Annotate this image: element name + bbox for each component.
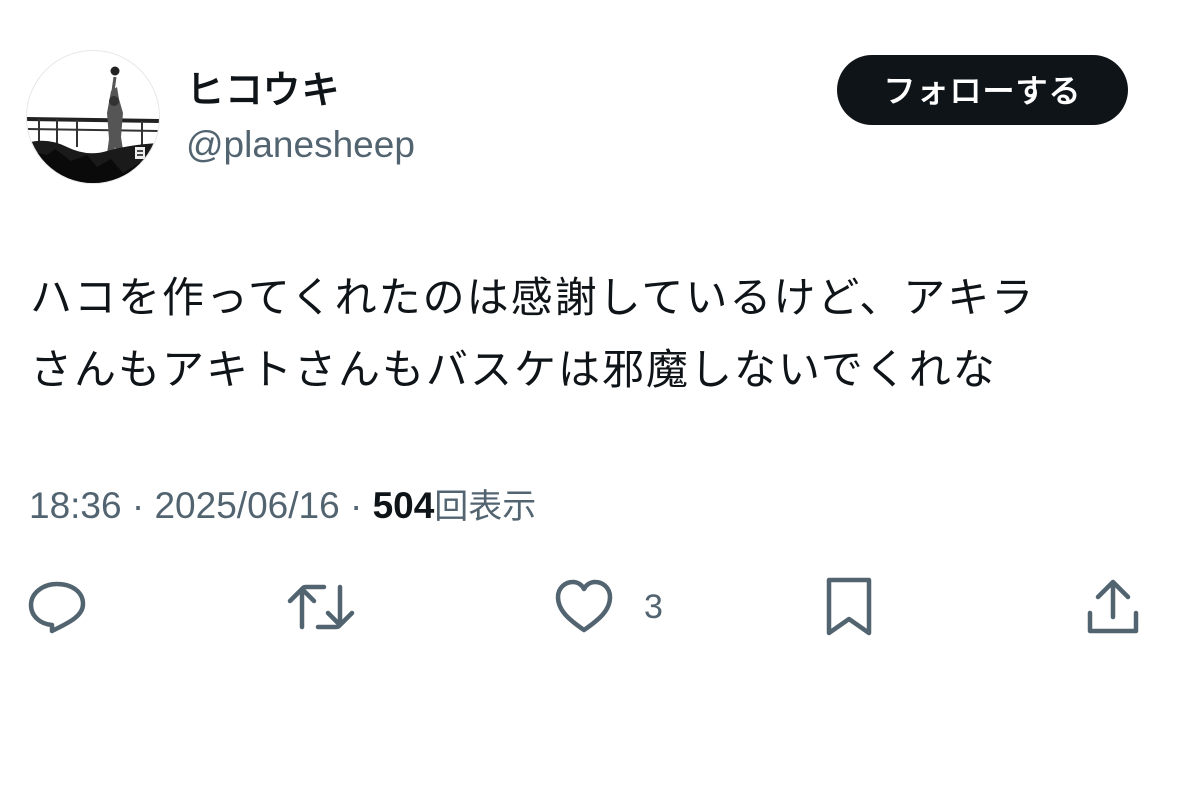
tweet-text-line: ハコを作ってくれたのは感謝しているけど、アキラ [30, 273, 1036, 322]
reply-button[interactable] [27, 576, 87, 638]
author-display-name[interactable]: ヒコウキ [186, 66, 340, 114]
share-button[interactable] [1085, 576, 1141, 638]
tweet-time[interactable]: 18:36 [29, 485, 122, 526]
tweet-meta: 18:36 · 2025/06/16 · 504回表示 [29, 482, 536, 531]
like-button[interactable]: 3 [554, 576, 663, 638]
views-label: 回表示 [434, 487, 537, 527]
avatar[interactable] [27, 51, 159, 183]
views-count: 504 [372, 485, 435, 526]
reply-icon [28, 581, 86, 634]
tweet-text: ハコを作ってくれたのは感謝しているけど、アキラ さんもアキトさんもバスケは邪魔し… [30, 262, 1150, 406]
heart-icon [555, 579, 613, 633]
follow-button[interactable]: フォローする [837, 55, 1128, 125]
bookmark-icon [826, 577, 872, 636]
retweet-button[interactable] [286, 576, 356, 638]
avatar-photo-icon [27, 51, 159, 183]
meta-separator: · [349, 485, 363, 526]
meta-separator: · [131, 485, 145, 526]
like-count: 3 [644, 587, 663, 626]
share-icon [1087, 579, 1139, 634]
retweet-icon [287, 584, 355, 630]
author-handle[interactable]: @planesheep [186, 122, 415, 168]
bookmark-button[interactable] [823, 576, 875, 638]
tweet-text-line: さんもアキトさんもバスケは邪魔しないでくれな [30, 345, 997, 394]
tweet-date[interactable]: 2025/06/16 [154, 485, 339, 526]
